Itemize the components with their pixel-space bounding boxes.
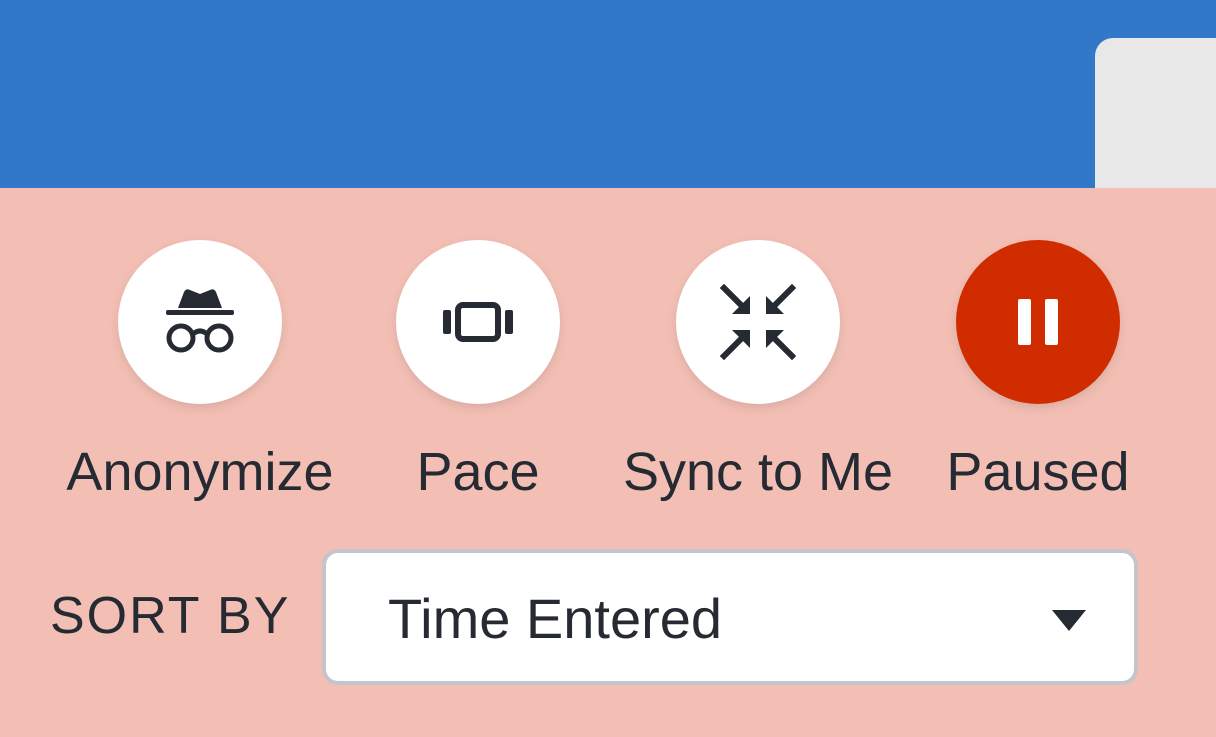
sort-row: SORT BY Time Entered [0,548,1216,690]
sync-to-me-button[interactable]: Sync to Me [608,240,908,510]
paused-button[interactable]: Paused [888,240,1188,510]
collapse-arrows-icon [720,284,796,360]
sync-to-me-label: Sync to Me [622,442,894,502]
paused-circle[interactable] [956,240,1120,404]
anonymize-button[interactable]: Anonymize [50,240,350,510]
sort-by-selected-value: Time Entered [388,587,723,650]
pace-circle[interactable] [396,240,560,404]
anonymize-label: Anonymize [66,442,334,502]
pace-button[interactable]: Pace [328,240,628,510]
pause-icon [1018,299,1058,345]
sort-by-dropdown[interactable]: Time Entered [322,549,1138,685]
header-bar [0,0,1216,188]
pace-label: Pace [416,442,540,502]
carousel-icon [443,302,513,342]
paused-label: Paused [946,442,1130,502]
anonymize-circle[interactable] [118,240,282,404]
header-side-panel [1095,38,1216,188]
control-panel: Anonymize Pace Sync to Me Paused SORT BY… [0,188,1216,737]
sort-by-label: SORT BY [50,587,291,645]
sync-to-me-circle[interactable] [676,240,840,404]
caret-down-icon [1052,610,1086,631]
incognito-icon [166,289,234,353]
